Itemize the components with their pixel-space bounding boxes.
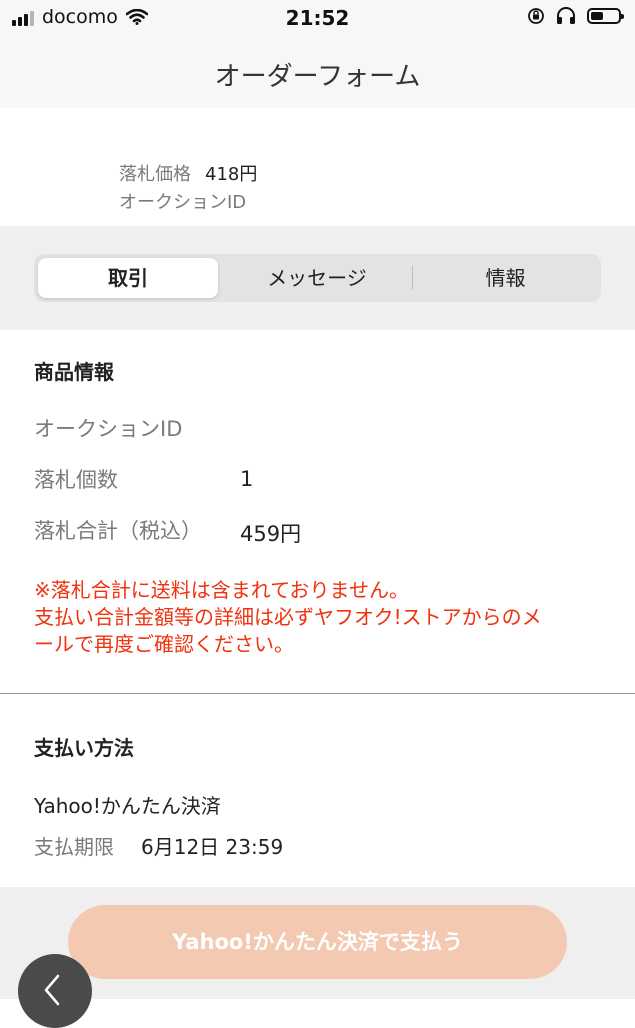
pay-button[interactable]: Yahoo!かんたん決済で支払う	[68, 905, 567, 979]
divider	[0, 693, 635, 694]
tab-transaction[interactable]: 取引	[38, 258, 218, 298]
payment-title: 支払い方法	[34, 736, 134, 760]
segmented-control: 取引 メッセージ 情報	[34, 254, 601, 302]
deadline-value: 6月12日 23:59	[141, 835, 284, 859]
price-row: 落札価格 418円	[119, 160, 257, 186]
headphones-icon	[557, 7, 575, 24]
auction-id-label: オークションID	[34, 417, 183, 441]
order-summary: 落札価格 418円 オークションID	[0, 108, 635, 226]
tab-message[interactable]: メッセージ	[224, 258, 410, 298]
deadline-label: 支払期限	[34, 835, 114, 859]
nav-bar: オーダーフォーム	[0, 36, 635, 108]
price-label: 落札価格	[119, 164, 191, 185]
bottom-bar: Yahoo!かんたん決済で支払う	[0, 887, 635, 999]
total-value: 459円	[240, 522, 302, 546]
product-info-title: 商品情報	[34, 360, 114, 384]
total-label: 落札合計（税込）	[34, 519, 202, 543]
back-button[interactable]	[18, 954, 92, 1028]
battery-icon	[587, 8, 624, 24]
status-bar: docomo 21:52	[0, 0, 635, 36]
tabs-area: 取引 メッセージ 情報	[0, 226, 635, 330]
payment-method: Yahoo!かんたん決済	[34, 794, 221, 818]
orientation-lock-icon	[528, 8, 544, 24]
notice-line: ※落札合計に送料は含まれておりません。	[34, 578, 409, 602]
shipping-notice: ※落札合計に送料は含まれておりません。 支払い合計金額等の詳細は必ずヤフオク!ス…	[34, 577, 604, 658]
page-title: オーダーフォーム	[214, 62, 421, 92]
notice-line: 支払い合計金額等の詳細は必ずヤフオク!ストアからのメ	[34, 605, 542, 629]
quantity-value: 1	[240, 467, 254, 491]
chevron-left-icon	[44, 974, 60, 1006]
tab-info[interactable]: 情報	[414, 258, 597, 298]
tab-divider	[412, 266, 413, 290]
notice-line: ールで再度ご確認ください。	[34, 632, 294, 656]
status-right	[527, 7, 624, 25]
price-value: 418円	[205, 164, 258, 185]
summary-auction-id-label: オークションID	[119, 192, 247, 213]
quantity-label: 落札個数	[34, 468, 118, 492]
